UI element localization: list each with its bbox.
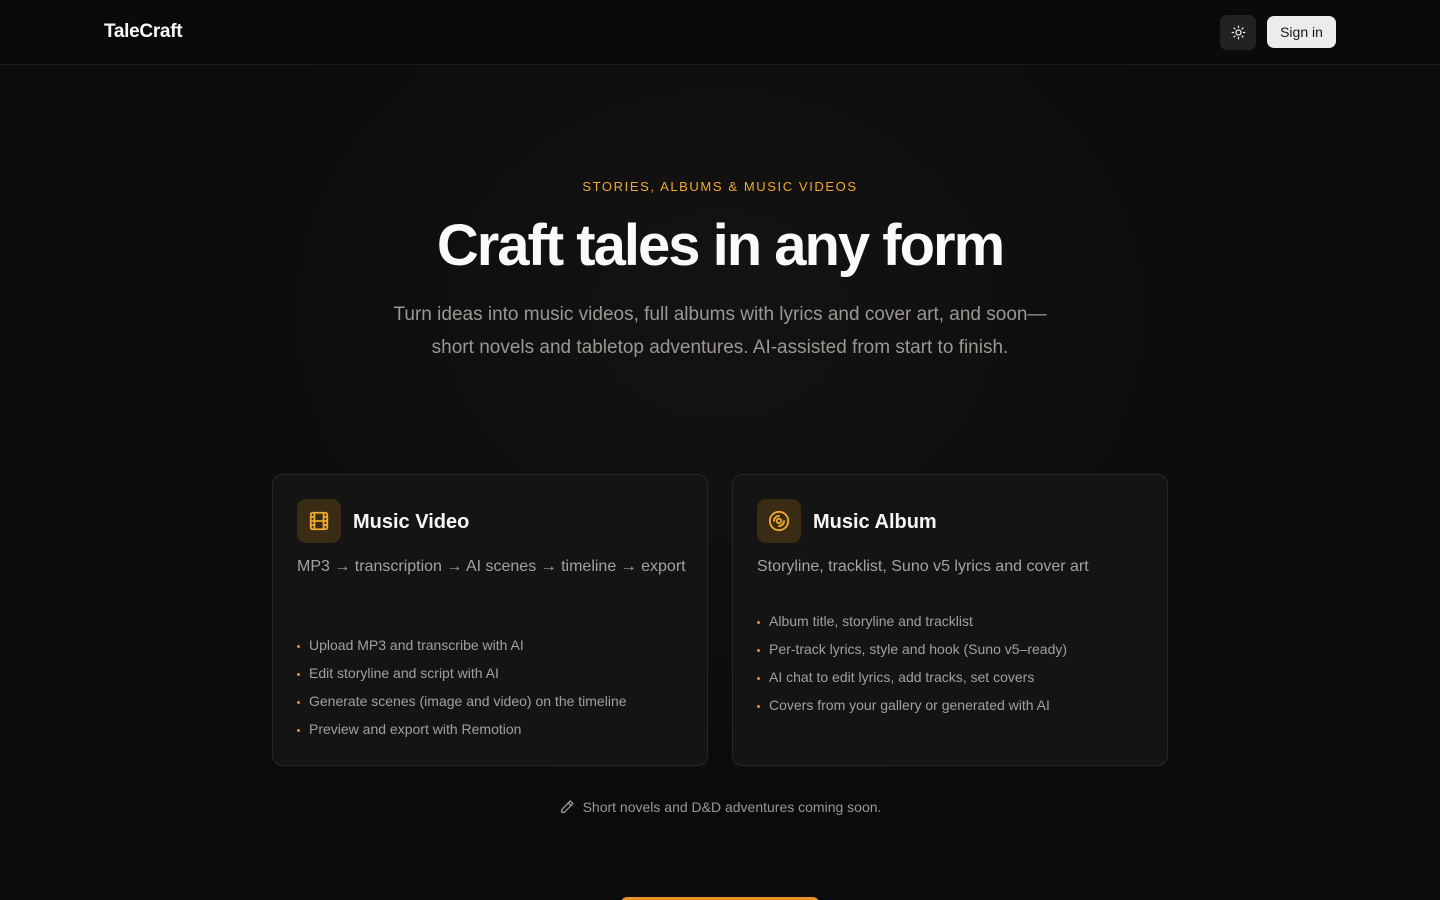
bullet-dot bbox=[757, 705, 760, 708]
music-video-card-icon-badge bbox=[297, 499, 341, 543]
coming-soon-note: Short novels and D&D adventures coming s… bbox=[0, 799, 1440, 815]
bullet-dot bbox=[757, 649, 760, 652]
disc-icon bbox=[768, 510, 790, 532]
music-video-feature-list: Upload MP3 and transcribe with AI Edit s… bbox=[297, 635, 627, 747]
bullet-dot bbox=[297, 729, 300, 732]
hero-subhead: Turn ideas into music videos, full album… bbox=[360, 298, 1080, 364]
sun-icon bbox=[1231, 25, 1245, 40]
music-album-card-description: Storyline, tracklist, Suno v5 lyrics and… bbox=[757, 558, 1089, 575]
list-item-text: Album title, storyline and tracklist bbox=[769, 613, 973, 629]
hero-subhead-line-1: Turn ideas into music videos, full album… bbox=[393, 304, 1047, 325]
bullet-dot bbox=[757, 677, 760, 680]
coming-soon-text: Short novels and D&D adventures coming s… bbox=[582, 799, 882, 815]
list-item-text: Generate scenes (image and video) on the… bbox=[309, 693, 627, 709]
list-item-text: AI chat to edit lyrics, add tracks, set … bbox=[769, 669, 1035, 685]
pencil-icon bbox=[560, 800, 574, 813]
hero-eyebrow: STORIES, ALBUMS & MUSIC VIDEOS bbox=[582, 179, 858, 194]
list-item: Album title, storyline and tracklist bbox=[757, 611, 1067, 639]
list-item-text: Per-track lyrics, style and hook (Suno v… bbox=[769, 641, 1068, 657]
bullet-dot bbox=[297, 701, 300, 704]
list-item-text: Upload MP3 and transcribe with AI bbox=[309, 637, 524, 653]
film-icon bbox=[309, 511, 329, 531]
list-item: Covers from your gallery or generated wi… bbox=[757, 695, 1067, 723]
list-item: Per-track lyrics, style and hook (Suno v… bbox=[757, 639, 1067, 667]
hero-headline: Craft tales in any form bbox=[436, 213, 1005, 278]
top-nav: TaleCraft Sign in bbox=[0, 0, 1440, 65]
landing-page: TaleCraft Sign in STORIES, ALBUMS & MUSI… bbox=[0, 0, 1440, 900]
music-video-card-title: Music Video bbox=[353, 511, 470, 533]
list-item-text: Covers from your gallery or generated wi… bbox=[769, 697, 1050, 713]
hero-subhead-line-2: short novels and tabletop adventures. AI… bbox=[431, 337, 1009, 358]
list-item-text: Preview and export with Remotion bbox=[309, 721, 522, 737]
sign-in-button[interactable]: Sign in bbox=[1267, 16, 1336, 48]
music-video-card-description: MP3 → transcription → AI scenes → timeli… bbox=[297, 558, 686, 575]
bullet-dot bbox=[297, 673, 300, 676]
bullet-dot bbox=[757, 621, 760, 624]
list-item: AI chat to edit lyrics, add tracks, set … bbox=[757, 667, 1067, 695]
list-item: Upload MP3 and transcribe with AI bbox=[297, 635, 627, 663]
music-album-card-title: Music Album bbox=[813, 511, 937, 533]
list-item: Generate scenes (image and video) on the… bbox=[297, 691, 627, 719]
list-item-text: Edit storyline and script with AI bbox=[309, 665, 499, 681]
theme-toggle-button[interactable] bbox=[1220, 15, 1256, 50]
bullet-dot bbox=[297, 645, 300, 648]
music-album-card[interactable]: Music Album Storyline, tracklist, Suno v… bbox=[732, 474, 1168, 766]
music-video-card[interactable]: Music Video MP3 → transcription → AI sce… bbox=[272, 474, 708, 766]
list-item: Preview and export with Remotion bbox=[297, 719, 627, 747]
logo[interactable]: TaleCraft bbox=[104, 21, 183, 43]
list-item: Edit storyline and script with AI bbox=[297, 663, 627, 691]
music-album-feature-list: Album title, storyline and tracklist Per… bbox=[757, 611, 1067, 723]
music-album-card-icon-badge bbox=[757, 499, 801, 543]
